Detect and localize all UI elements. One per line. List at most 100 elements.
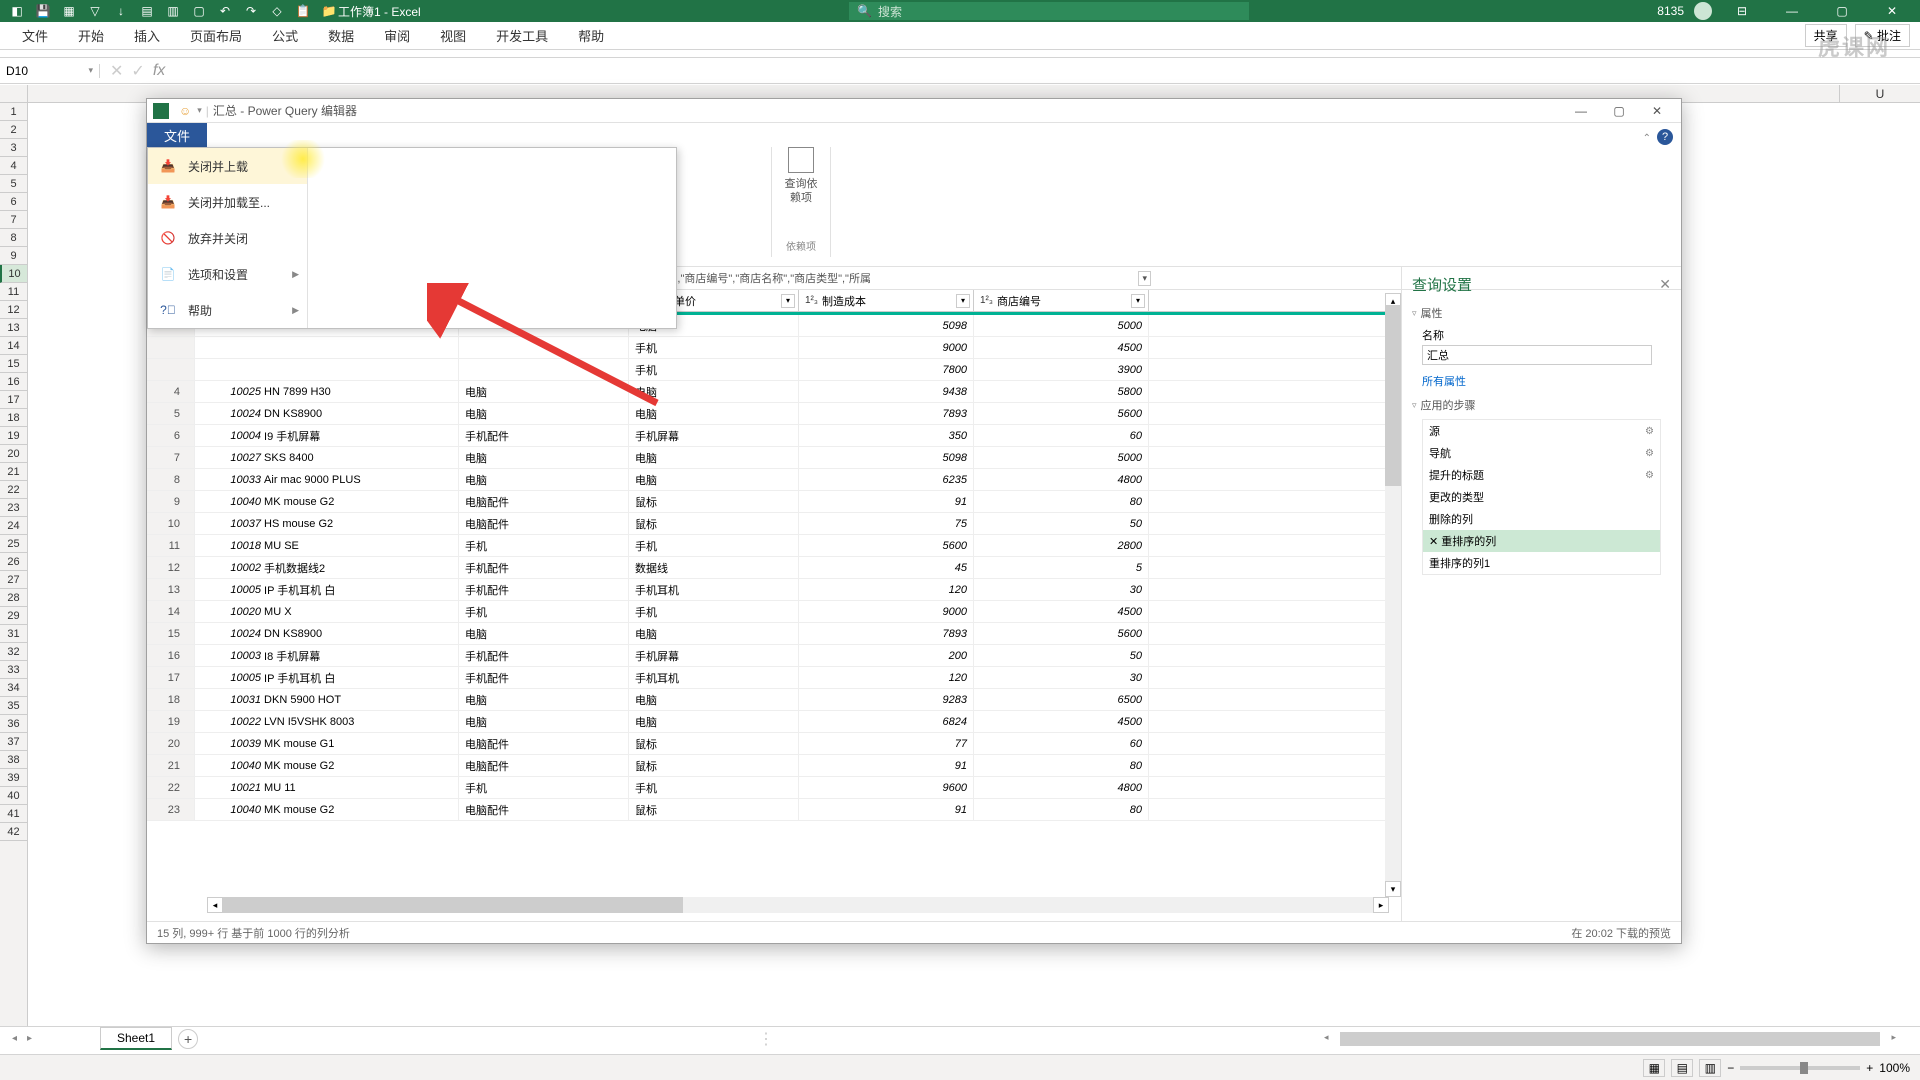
row-header-37[interactable]: 37 [0,733,27,751]
tab-file[interactable]: 文件 [8,22,62,49]
row-header-27[interactable]: 27 [0,571,27,589]
col-dropdown-icon[interactable]: ▾ [956,294,970,308]
share-button[interactable]: 共享 [1805,24,1847,47]
col-dropdown-icon[interactable]: ▾ [1131,294,1145,308]
row-header-6[interactable]: 6 [0,193,27,211]
table-row[interactable]: 1210002 手机数据线2手机配件数据线455 [147,557,1401,579]
applied-steps-header[interactable]: 应用的步骤 [1412,397,1671,413]
table-row[interactable]: 1810031 DKN 5900 HOT电脑电脑92836500 [147,689,1401,711]
name-box[interactable]: D10▾ [0,64,100,78]
row-header-12[interactable]: 12 [0,301,27,319]
scroll-thumb[interactable] [223,897,683,913]
settings-close-icon[interactable]: ✕ [1659,276,1671,293]
all-properties-link[interactable]: 所有属性 [1422,373,1671,389]
row-header-25[interactable]: 25 [0,535,27,553]
col-cost[interactable]: 1²₃制造成本▾ [799,290,974,311]
pivot-icon[interactable]: ▥ [164,2,182,20]
table-row[interactable]: 810033 Air mac 9000 PLUS电脑电脑62354800 [147,469,1401,491]
row-header-1[interactable]: 1 [0,103,27,121]
pq-minimize-icon[interactable]: — [1563,101,1599,121]
table-row[interactable]: 1710005 IP 手机耳机 白手机配件手机耳机12030 [147,667,1401,689]
col-store-id[interactable]: 1²₃商店编号▾ [974,290,1149,311]
row-header-16[interactable]: 16 [0,373,27,391]
table-row[interactable]: 610004 I9 手机屏幕手机配件手机屏幕35060 [147,425,1401,447]
scroll-down-icon[interactable]: ▾ [1385,881,1401,897]
ribbon-options-icon[interactable]: ⊟ [1722,0,1762,22]
row-header-26[interactable]: 26 [0,553,27,571]
zoom-out-icon[interactable]: − [1727,1061,1734,1075]
row-header-18[interactable]: 18 [0,409,27,427]
table-row[interactable]: 710027 SKS 8400电脑电脑50985000 [147,447,1401,469]
pq-file-tab[interactable]: 文件 [147,123,207,147]
save-icon[interactable]: 💾 [34,2,52,20]
row-header-7[interactable]: 7 [0,211,27,229]
sheet-split-handle[interactable]: ⋮ [758,1029,774,1049]
applied-step[interactable]: 提升的标题⚙ [1423,464,1660,486]
pq-help-icon[interactable]: ? [1657,129,1673,145]
pq-close-icon[interactable]: ✕ [1639,101,1675,121]
applied-step[interactable]: 源⚙ [1423,420,1660,442]
table-row[interactable]: 2110040 MK mouse G2电脑配件鼠标9180 [147,755,1401,777]
menu-close-and-load-to[interactable]: 📥 关闭并加载至... [148,184,307,220]
applied-step[interactable]: 重排序的列1 [1423,552,1660,574]
table-row[interactable]: 510024 DN KS8900电脑电脑78935600 [147,403,1401,425]
menu-help[interactable]: ?⃝ 帮助 ▶ [148,292,307,328]
row-header-17[interactable]: 17 [0,391,27,409]
sheet-nav-last-icon[interactable]: ▸ [25,1031,34,1046]
table-row[interactable]: 1010037 HS mouse G2电脑配件鼠标7550 [147,513,1401,535]
folder-icon[interactable]: 📁 [320,2,338,20]
eraser-icon[interactable]: ◇ [268,2,286,20]
filter-icon[interactable]: ▽ [86,2,104,20]
row-header-39[interactable]: 39 [0,769,27,787]
table-row[interactable]: 手机90004500 [147,337,1401,359]
search-box[interactable]: 🔍 搜索 [849,2,1249,20]
menu-discard-and-close[interactable]: 🚫 放弃并关闭 [148,220,307,256]
menu-close-and-load[interactable]: 📥 关闭并上载 [148,148,307,184]
row-header-19[interactable]: 19 [0,427,27,445]
redo-icon[interactable]: ↷ [242,2,260,20]
row-header-20[interactable]: 20 [0,445,27,463]
row-header-38[interactable]: 38 [0,751,27,769]
scroll-thumb[interactable] [1340,1032,1880,1046]
fx-icon[interactable]: fx [153,62,165,80]
table-row[interactable]: 2210021 MU 11手机手机96004800 [147,777,1401,799]
scroll-right-icon[interactable]: ▸ [1373,897,1389,913]
tab-pagelayout[interactable]: 页面布局 [176,22,256,49]
zoom-slider[interactable] [1740,1066,1860,1070]
query-name-input[interactable] [1422,345,1652,365]
row-header-31[interactable]: 31 [0,625,27,643]
tab-help[interactable]: 帮助 [564,22,618,49]
minimize-icon[interactable]: — [1772,0,1812,22]
select-all-corner[interactable] [0,85,28,103]
table-row[interactable]: 2010039 MK mouse G1电脑配件鼠标7760 [147,733,1401,755]
cancel-formula-icon[interactable]: ✕ [110,61,123,81]
row-header-42[interactable]: 42 [0,823,27,841]
paste-icon[interactable]: 📋 [294,2,312,20]
table-row[interactable]: 1910022 LVN I5VSHK 8003电脑电脑68244500 [147,711,1401,733]
qat-dropdown-icon[interactable]: ▾ [197,105,202,116]
row-header-3[interactable]: 3 [0,139,27,157]
row-header-35[interactable]: 35 [0,697,27,715]
feedback-icon[interactable]: ☺ [179,104,191,118]
page-break-view-icon[interactable]: ▥ [1699,1059,1721,1077]
pq-vertical-scrollbar[interactable]: ▴ ▾ [1385,293,1401,897]
table-row[interactable]: 1510024 DN KS8900电脑电脑78935600 [147,623,1401,645]
undo-icon[interactable]: ↶ [216,2,234,20]
applied-step[interactable]: 更改的类型 [1423,486,1660,508]
row-header-40[interactable]: 40 [0,787,27,805]
comments-button[interactable]: ✎ 批注 [1855,24,1910,47]
scroll-left-icon[interactable]: ◂ [207,897,223,913]
sheet-tab-1[interactable]: Sheet1 [100,1027,172,1050]
applied-step[interactable]: ✕ 重排序的列 [1423,530,1660,552]
tab-formulas[interactable]: 公式 [258,22,312,49]
row-header-29[interactable]: 29 [0,607,27,625]
maximize-icon[interactable]: ▢ [1822,0,1862,22]
applied-step[interactable]: 删除的列 [1423,508,1660,530]
pq-maximize-icon[interactable]: ▢ [1601,101,1637,121]
autosave-icon[interactable]: ◧ [8,2,26,20]
table-row[interactable]: 410025 HN 7899 H30电脑电脑94385800 [147,381,1401,403]
row-header-24[interactable]: 24 [0,517,27,535]
row-header-10[interactable]: 10 [0,265,27,283]
tab-data[interactable]: 数据 [314,22,368,49]
row-header-14[interactable]: 14 [0,337,27,355]
